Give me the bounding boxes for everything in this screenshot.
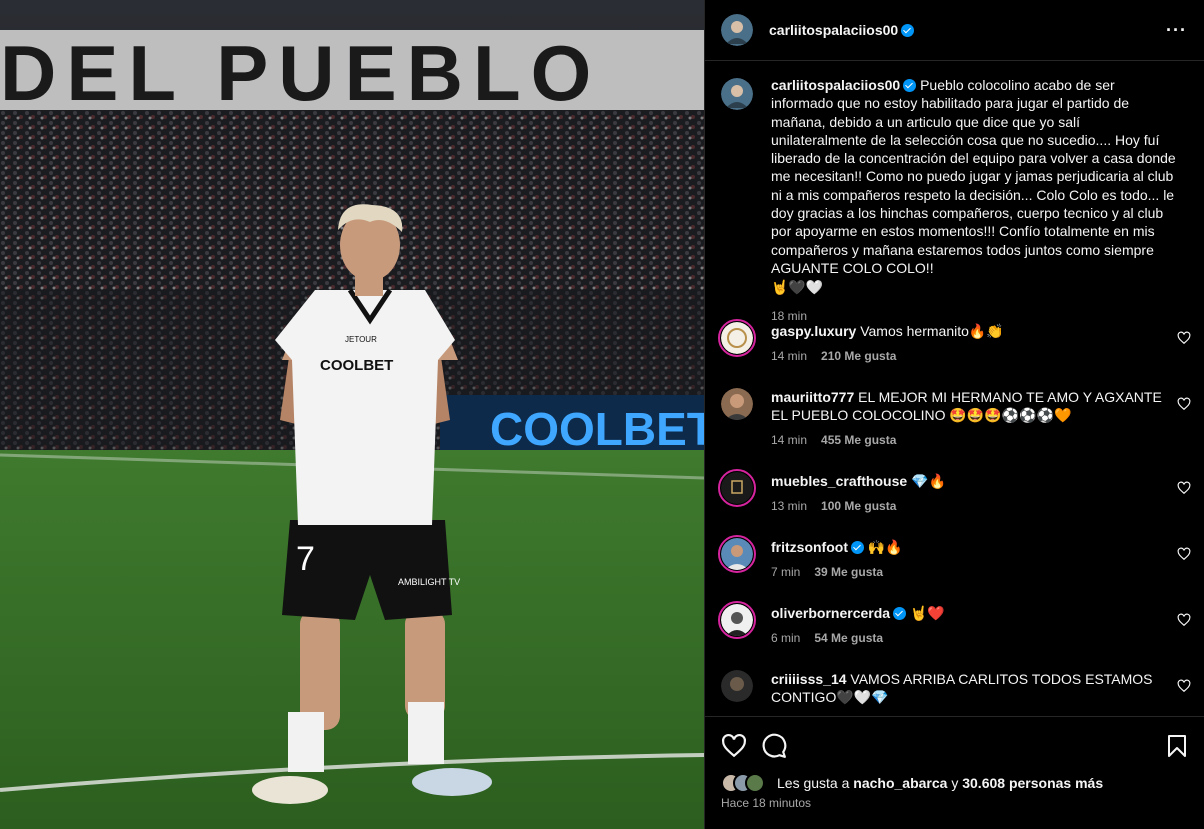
likes-count[interactable]: 30.608 personas más [962,775,1103,791]
shirt-number-shorts: 7 [296,540,315,578]
comment-username[interactable]: criiiisss_14 [771,671,847,687]
comments-scroll-area[interactable]: carliitospalaciios00 Pueblo colocolino a… [705,62,1204,716]
comment-like-heart-icon[interactable] [1177,481,1191,495]
likes-prefix: Les gusta a [777,775,854,791]
comment-likes[interactable]: 54 Me gusta [814,631,883,645]
shirt-sponsor-text: COOLBET [320,357,393,374]
comment-text: 💎🔥 [911,473,946,489]
comment-time[interactable]: 13 min [771,499,807,513]
comment-username[interactable]: gaspy.luxury [771,323,856,339]
heart-icon[interactable] [721,733,747,759]
author-username-text[interactable]: carliitospalaciios00 [769,22,898,38]
comment-avatar[interactable] [721,670,753,702]
likes-user[interactable]: nacho_abarca [853,775,947,791]
comment-avatar[interactable] [721,322,753,354]
post-details-panel: carliitospalaciios00 ··· carliitospalaci… [704,0,1204,829]
post-photo[interactable]: DEL PUEBLO COOLBET 7 AMBILIGHT TV COOLBE… [0,0,704,829]
stadium-banner-text: DEL PUEBLO [0,29,601,117]
bookmark-icon[interactable] [1165,733,1189,759]
comment-username[interactable]: fritzsonfoot [771,539,848,555]
comment-like-heart-icon[interactable] [1177,331,1191,345]
comment-like-heart-icon[interactable] [1177,397,1191,411]
caption-emoji: 🤘🖤🤍 [771,279,824,296]
comment-text: 🙌🔥 [867,539,903,555]
comment-avatar[interactable] [721,538,753,570]
verified-badge-icon [903,79,917,92]
comment-time[interactable]: 6 min [771,631,800,645]
comment-likes[interactable]: 39 Me gusta [814,565,883,579]
comment-time[interactable]: 14 min [771,433,807,447]
comment-time[interactable]: 7 min [771,565,800,579]
liker-avatar [745,773,765,793]
post-actions: Les gusta a nacho_abarca y 30.608 person… [705,716,1204,829]
ad-board-text: COOLBET [490,403,704,455]
comment-username[interactable]: oliverbornercerda [771,605,890,621]
comment-avatar[interactable] [721,472,753,504]
comment-like-heart-icon[interactable] [1177,547,1191,561]
comment-like-heart-icon[interactable] [1177,679,1191,693]
caption-username[interactable]: carliitospalaciios00 [771,77,900,93]
post-time: Hace 18 minutos [721,796,812,810]
more-options-icon[interactable]: ··· [1166,20,1187,41]
comment-likes[interactable]: 455 Me gusta [821,433,896,447]
caption-author-avatar[interactable] [721,78,753,110]
author-username[interactable]: carliitospalaciios00 [769,22,915,38]
comment-time[interactable]: 14 min [771,349,807,363]
post-header: carliitospalaciios00 ··· [705,0,1204,61]
comment-text: 🤘❤️ [909,605,945,621]
caption-text: Pueblo colocolino acabo de ser informado… [771,77,1176,276]
comment-avatar[interactable] [721,604,753,636]
shirt-brand-text: JETOUR [345,335,377,344]
comment-username[interactable]: mauriitto777 [771,389,854,405]
comment-icon[interactable] [761,733,787,759]
comment-username[interactable]: muebles_crafthouse [771,473,907,489]
comment-avatar[interactable] [721,388,753,420]
comment-text: Vamos hermanito🔥👏 [860,323,1004,339]
verified-badge-icon [893,607,907,620]
comment-likes[interactable]: 100 Me gusta [821,499,896,513]
comment-likes[interactable]: 210 Me gusta [821,349,896,363]
verified-badge-icon [901,24,915,37]
likes-mid: y [947,775,963,791]
shorts-sponsor-text: AMBILIGHT TV [398,577,460,587]
author-avatar[interactable] [721,14,753,46]
verified-badge-icon [850,541,864,554]
post-image: DEL PUEBLO COOLBET 7 AMBILIGHT TV COOLBE… [0,0,704,829]
comment-like-heart-icon[interactable] [1177,613,1191,627]
